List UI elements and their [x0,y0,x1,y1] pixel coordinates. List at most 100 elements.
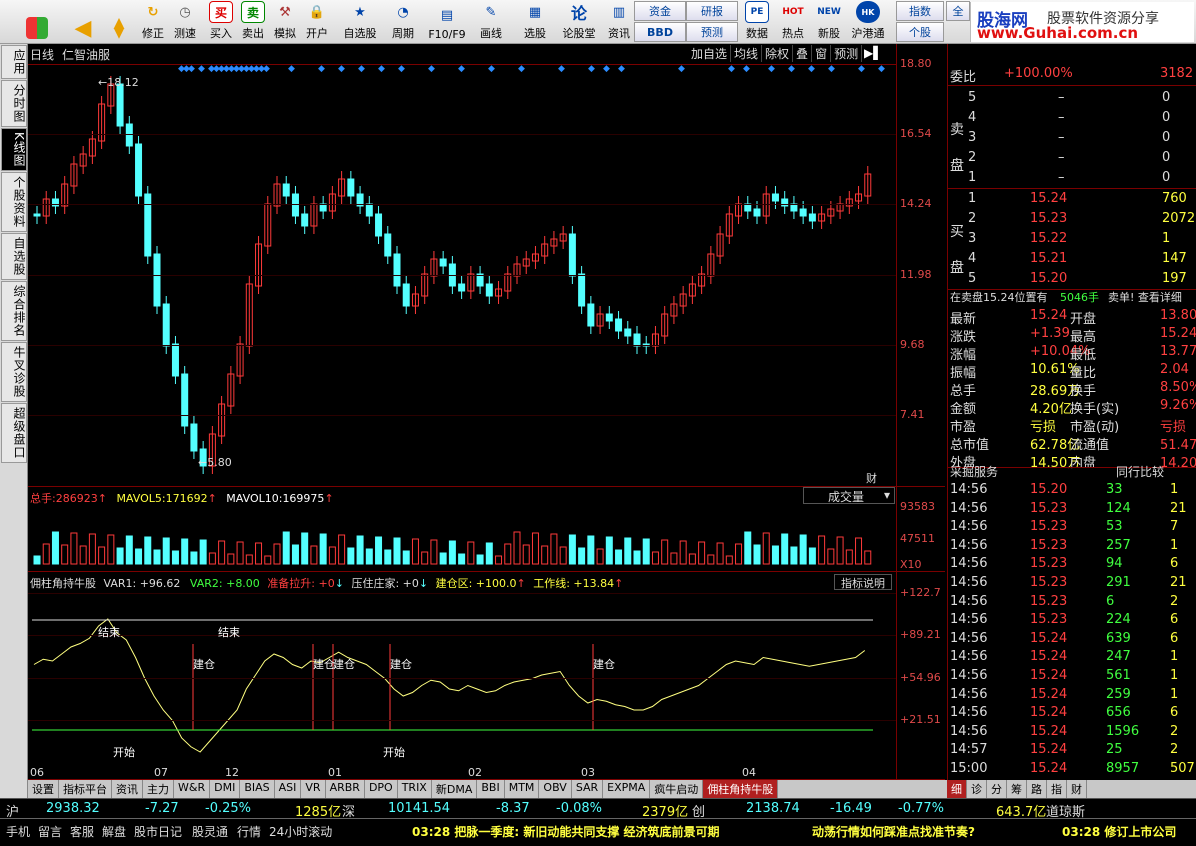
fund-button[interactable]: 资金 [634,1,686,21]
indicator-tab[interactable]: DMI [210,780,241,798]
index-button[interactable]: 指数 [896,1,944,21]
quote-tab[interactable]: 财 [1067,780,1087,798]
toolbar-button-news[interactable]: ▥ 资讯 [603,1,635,43]
indicator-tab[interactable]: VR [301,780,326,798]
quote-tab[interactable]: 路 [1027,780,1047,798]
stat-row: 市盈 亏损 市盈(动) 亏损 [948,414,1196,435]
toolbar-button-watchlist[interactable]: ★ 自选股 [339,1,381,43]
date-tick: 02 [468,766,482,779]
toolbar-button-simulate[interactable]: ⚒ 模拟 [269,1,301,43]
research-button[interactable]: 研报 [686,1,738,21]
volume-bar [42,543,50,565]
news-ticker-2[interactable]: 动荡行情如何踩准点找准节奏? [812,823,975,840]
status-item[interactable]: 留言 [38,823,62,840]
indicator-tab[interactable]: ARBR [326,780,365,798]
indicator-tab[interactable]: TRIX [398,780,432,798]
volume-bar [255,542,263,565]
volume-bar [836,536,844,565]
stock-button[interactable]: 个股 [896,22,944,42]
toolbar-button-forum[interactable]: 论论股堂 [559,1,599,43]
quote-tab[interactable]: 诊 [967,780,987,798]
cell: 0 [1162,130,1171,145]
sidebar-tab-5[interactable]: 综合排名 [1,280,27,341]
toolbar-label: 画线 [480,27,502,40]
status-item[interactable]: 客服 [70,823,94,840]
indicator-dropdown[interactable]: 成交量 ▾ [803,487,895,504]
forecast-button[interactable]: 预测 [686,22,738,42]
status-item[interactable]: 行情 [237,823,261,840]
tick-row: 14:56 15.23 6 2 [948,592,1196,612]
buy-row: 4 15.21 147 [948,249,1196,269]
quote-tab[interactable]: 分 [987,780,1007,798]
cell: 15.23 [1030,537,1068,553]
status-item[interactable]: 股市日记 [134,823,182,840]
indicator-tab[interactable]: 佣柱角持牛股 [703,780,779,798]
tick-row: 14:56 15.24 639 6 [948,629,1196,649]
status-item[interactable]: 手机 [6,823,30,840]
indicator-tab[interactable]: W&R [174,780,211,798]
volume-bar [144,536,152,565]
all-button[interactable]: 全 [946,1,970,21]
indicator-tab[interactable]: 新DMA [432,780,478,798]
indicator-tab[interactable]: OBV [539,780,572,798]
toolbar-button-ipo[interactable]: NEW 新股 [814,1,844,43]
toolbar-button-speedtest[interactable]: ◷ 测速 [169,1,201,43]
status-item[interactable]: 解盘 [102,823,126,840]
sidebar-tab-0[interactable]: 应用 [1,45,27,79]
quote-tab[interactable]: 细 [947,780,967,798]
toolbar-button-draw[interactable]: ✎ 画线 [473,1,509,43]
toolbar-button-hot[interactable]: HOT 热点 [778,1,808,43]
news-ticker-1[interactable]: 03:28 把脉一季度: 新旧动能共同支撑 经济筑底前景可期 [412,823,720,840]
finance-marker[interactable]: 财 [866,470,877,486]
dropdown-value: 成交量 [828,490,865,504]
indicator-tab[interactable]: MTM [505,780,540,798]
news-ticker-3[interactable]: 03:28 修订上市公司 [1062,823,1176,840]
indicator-tab[interactable]: 设置 [28,780,59,798]
indicator-tab[interactable]: EXPMA [603,780,651,798]
sidebar-tab-1[interactable]: 分时图 [1,80,27,127]
indicator-tab[interactable]: 指标平台 [59,780,112,798]
volume-bar [651,551,659,565]
toolbar-button-data[interactable]: PE 数据 [742,1,772,43]
toolbar-button-sell[interactable]: 卖卖出 [237,1,269,43]
sidebar-tab-3[interactable]: 个股资料 [1,171,27,232]
indicator-tab[interactable]: 主力 [143,780,174,798]
grid-line [28,678,896,679]
select-icon: ▦ [528,4,542,20]
toolbar-button-fix[interactable]: ↻ 修正 [137,1,169,43]
cell: 15.24 [1030,308,1068,323]
app-menu-button[interactable] [20,1,54,43]
indicator-tab[interactable]: SAR [572,780,604,798]
toolbar-button-hk-connect[interactable]: HK 沪港通 [848,1,888,43]
back-button[interactable]: ◀ [66,1,100,43]
volume-bar [707,554,715,565]
toolbar-button-f10[interactable]: ▤ F10/F9 [425,1,469,43]
quote-tab[interactable]: 筹 [1007,780,1027,798]
cell: 14:56 [950,723,988,739]
sidebar-tab-4[interactable]: 自选股 [1,232,27,280]
indicator-tab[interactable]: DPO [365,780,398,798]
quote-tab[interactable]: 指 [1047,780,1067,798]
status-item[interactable]: 24小时滚动 [269,823,332,840]
sidebar-tab-7[interactable]: 超级盘口 [1,402,27,463]
indicator-tab[interactable]: 资讯 [112,780,143,798]
up-down-button[interactable]: ▲ ▼ [105,1,133,43]
down-arrow-icon: ↓ [334,577,344,590]
toolbar-button-period[interactable]: ◔ 周期 [385,1,421,43]
status-item[interactable]: 股灵通 [192,823,228,840]
ma5-value: 171692 [165,492,208,505]
volume-bar [550,533,558,565]
toolbar-button-select-stock[interactable]: ▦ 选股 [515,1,555,43]
indicator-tab[interactable]: 疯牛启动 [650,780,704,798]
indicator-tab[interactable]: ASI [275,780,302,798]
bbd-button[interactable]: BBD [634,22,686,42]
toolbar-button-open-account[interactable]: 🔒 开户 [301,1,333,43]
volume-bar [301,532,309,565]
indicator-help-button[interactable]: 指标说明 [834,574,892,590]
sidebar-tab-6[interactable]: 牛叉诊股 [1,341,27,402]
indicator-tab[interactable]: BBI [477,780,505,798]
toolbar-button-buy[interactable]: 买买入 [205,1,237,43]
sidebar-tab-2[interactable]: K线图 [1,128,27,171]
indicator-tab[interactable]: BIAS [240,780,275,798]
buy-row: 3 15.22 1 [948,229,1196,249]
